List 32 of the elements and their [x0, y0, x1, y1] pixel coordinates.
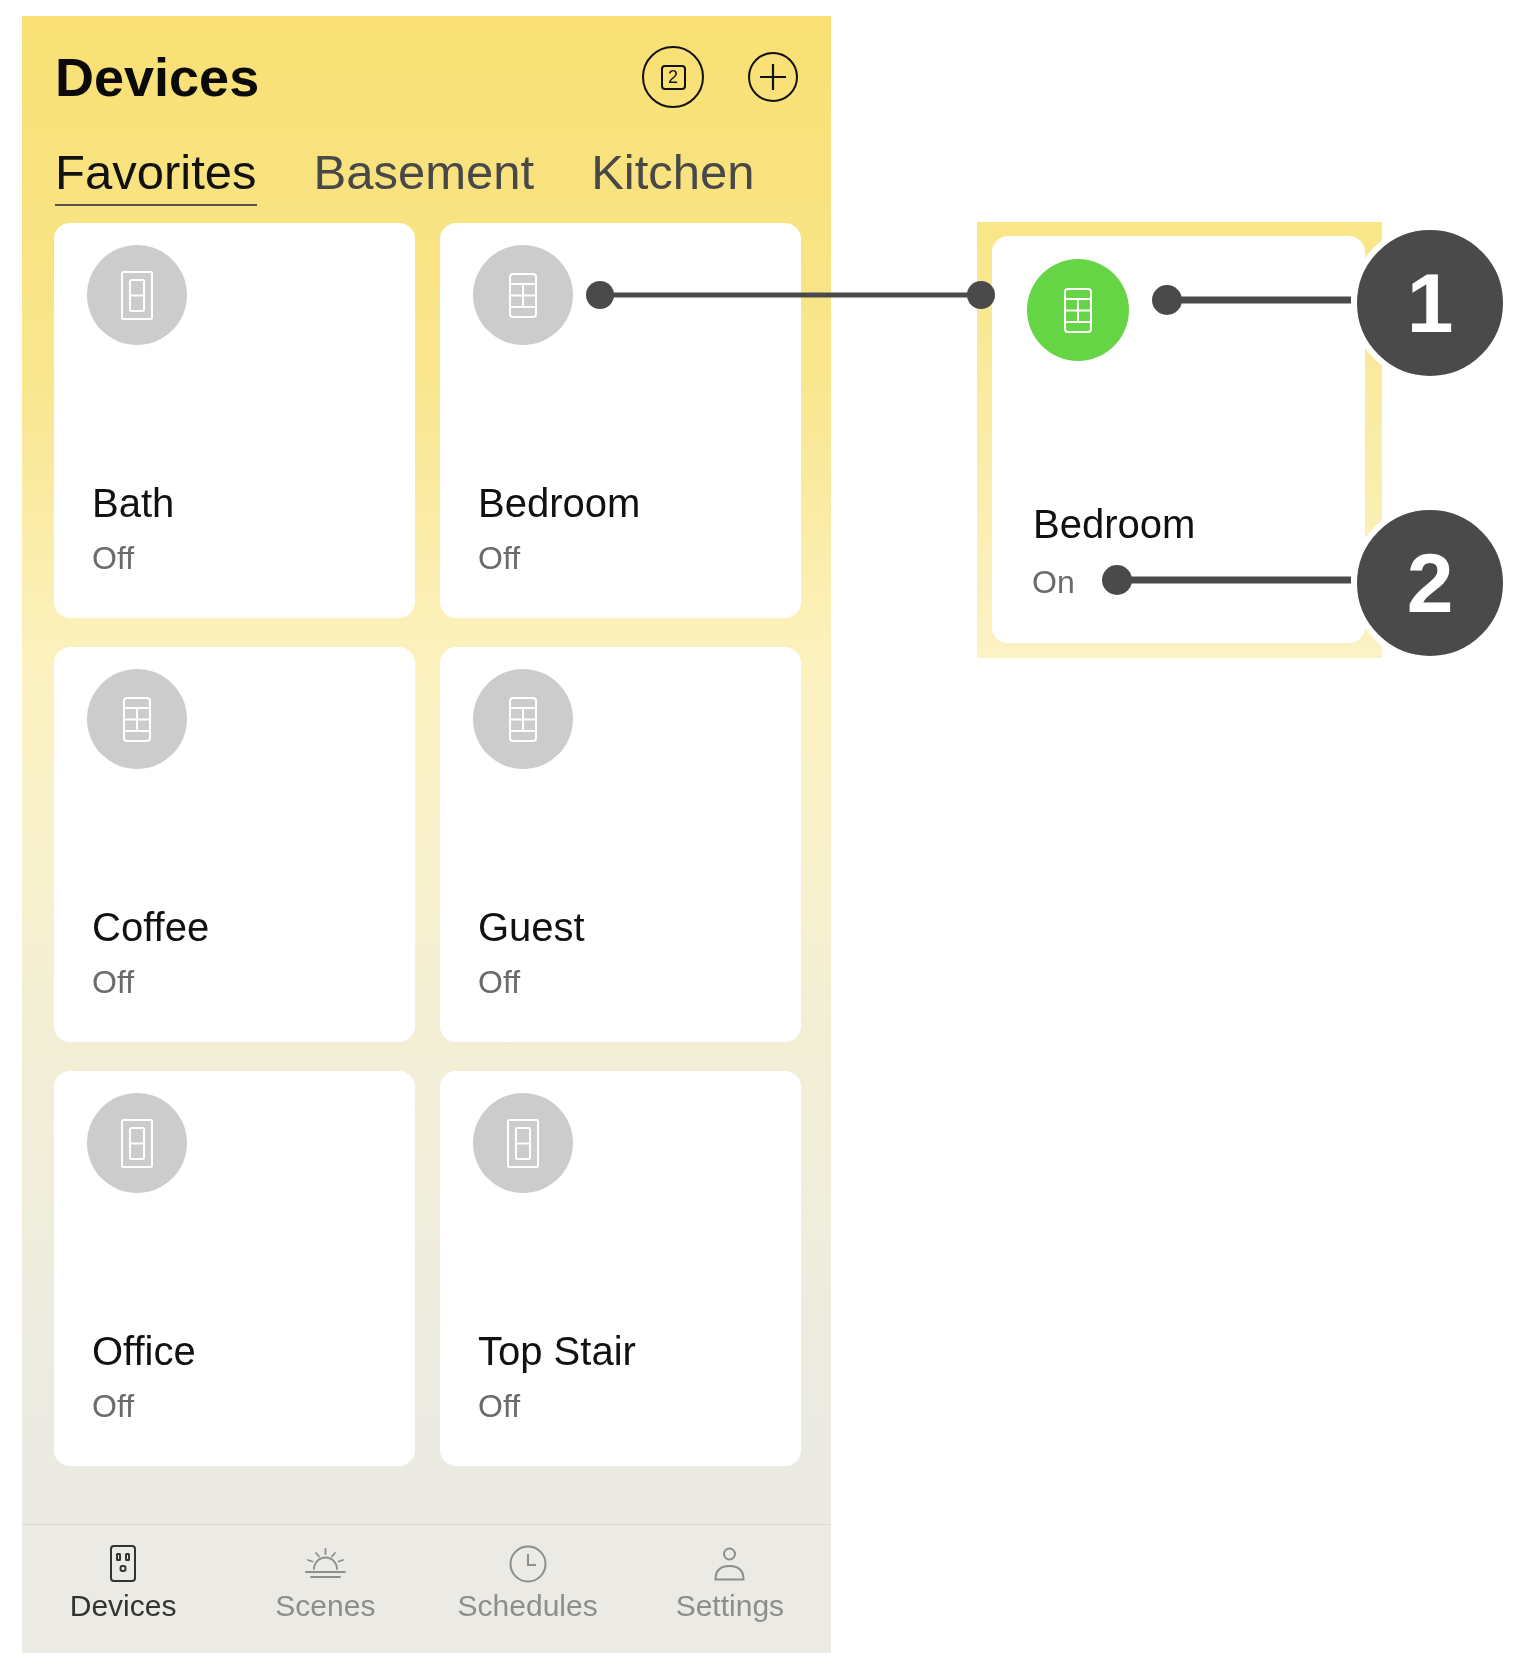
- device-status: Off: [478, 966, 521, 998]
- device-card[interactable]: Top Stair Off: [440, 1071, 801, 1466]
- device-card[interactable]: Coffee Off: [54, 647, 415, 1042]
- device-status: On: [1032, 566, 1075, 598]
- nav-tab[interactable]: Devices: [69, 1525, 177, 1653]
- device-name: Guest: [478, 907, 585, 947]
- device-status: Off: [478, 542, 521, 574]
- tab[interactable]: Basement: [313, 148, 535, 206]
- device-status: Off: [92, 1390, 135, 1422]
- add-button[interactable]: [748, 52, 798, 102]
- device-status: Off: [92, 966, 135, 998]
- device-name: Bedroom: [478, 483, 641, 523]
- device-status: Off: [478, 1390, 521, 1422]
- tab[interactable]: Favorites: [55, 148, 257, 206]
- device-card[interactable]: Office Off: [54, 1071, 415, 1466]
- device-name: Bath: [92, 483, 175, 523]
- device-card[interactable]: Guest Off: [440, 647, 801, 1042]
- device-card[interactable]: Bath Off: [54, 223, 415, 618]
- count-button[interactable]: 2: [642, 46, 704, 108]
- screen-title: Devices: [55, 50, 260, 104]
- clock-icon: [508, 1544, 547, 1583]
- device-name: Top Stair: [478, 1331, 636, 1371]
- device-card[interactable]: Bedroom Off: [440, 223, 801, 618]
- tab[interactable]: Kitchen: [591, 148, 755, 206]
- plus-icon: [760, 64, 786, 90]
- person-icon: [714, 1546, 746, 1581]
- device-name: Office: [92, 1331, 196, 1371]
- device-name: Bedroom: [1033, 504, 1196, 544]
- outlet-icon: [110, 1545, 137, 1582]
- sunrise-icon: [304, 1548, 346, 1579]
- device-name: Coffee: [92, 907, 210, 947]
- device-status: Off: [92, 542, 135, 574]
